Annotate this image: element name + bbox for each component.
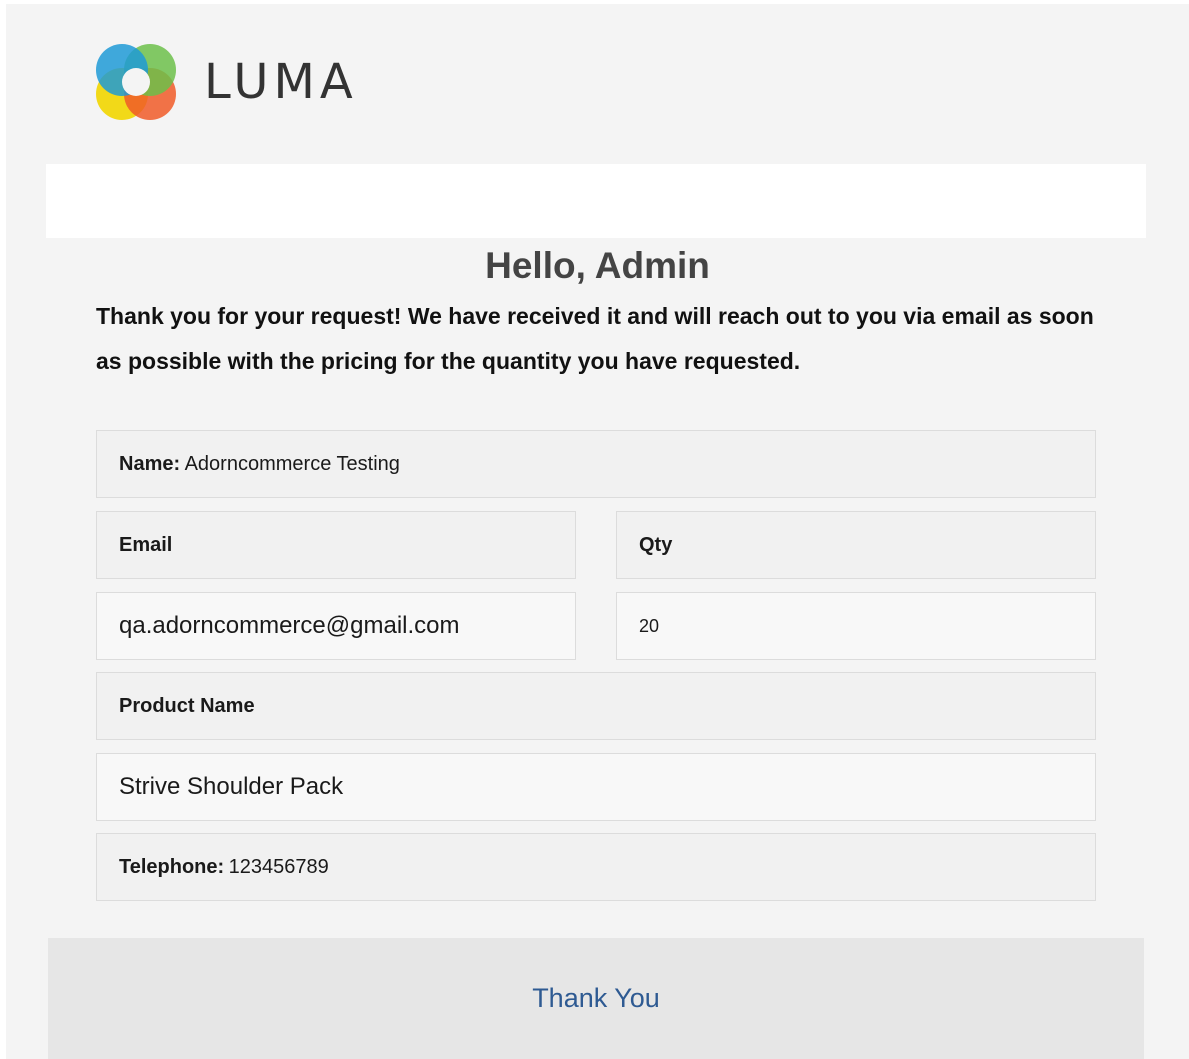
email-value[interactable]: qa.adorncommerce@gmail.com bbox=[119, 612, 460, 640]
email-value-cell: qa.adorncommerce@gmail.com bbox=[96, 592, 576, 660]
telephone-label: Telephone: bbox=[119, 855, 225, 878]
product-value-cell: Strive Shoulder Pack bbox=[96, 753, 1096, 821]
name-row: Name: Adorncommerce Testing bbox=[96, 430, 1096, 498]
qty-value: 20 bbox=[639, 615, 660, 636]
banner-area bbox=[46, 164, 1146, 238]
name-value: Adorncommerce Testing bbox=[184, 452, 400, 475]
qty-label: Qty bbox=[639, 533, 673, 556]
telephone-value: 123456789 bbox=[228, 855, 329, 878]
footer: Thank You bbox=[48, 938, 1144, 1059]
product-label-cell: Product Name bbox=[96, 672, 1096, 740]
email-label: Email bbox=[119, 533, 173, 556]
confirmation-message: Thank you for your request! We have rece… bbox=[96, 303, 1094, 374]
brand-name: LUMA bbox=[204, 54, 358, 110]
product-label: Product Name bbox=[119, 694, 255, 717]
thank-you-text: Thank You bbox=[532, 983, 660, 1013]
greeting-heading: Hello, Admin bbox=[485, 245, 710, 286]
brand-logo: LUMA bbox=[92, 42, 358, 122]
product-value: Strive Shoulder Pack bbox=[119, 773, 344, 800]
qty-label-cell: Qty bbox=[616, 511, 1096, 579]
qty-value-cell: 20 bbox=[616, 592, 1096, 660]
luma-logo-icon bbox=[96, 44, 176, 120]
email-page: LUMA Hello, Admin Thank you for your req… bbox=[6, 4, 1189, 1059]
name-label: Name: bbox=[119, 452, 181, 475]
email-label-cell: Email bbox=[96, 511, 576, 579]
telephone-row: Telephone: 123456789 bbox=[96, 833, 1096, 901]
